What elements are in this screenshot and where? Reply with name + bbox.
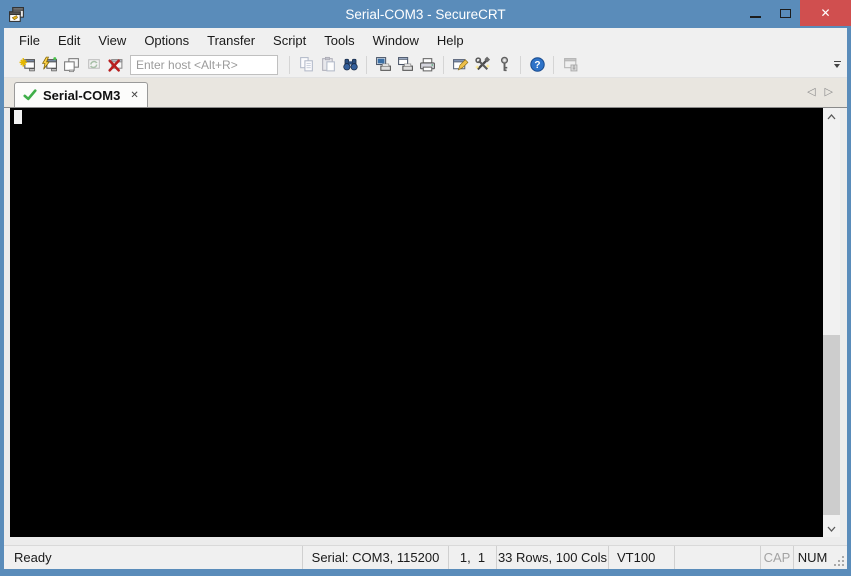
print-screen-icon [375, 57, 391, 71]
disconnect-icon [107, 59, 122, 72]
maximize-icon [779, 8, 791, 18]
status-ready: Ready [14, 550, 52, 565]
print-button[interactable] [416, 54, 438, 76]
tab-scroll-arrows: ◁ ▷ [807, 85, 833, 98]
status-emulation: VT100 [608, 546, 674, 569]
copy-button[interactable] [295, 54, 317, 76]
tab-scroll-left-icon[interactable]: ◁ [807, 85, 815, 98]
print-icon [419, 58, 435, 72]
resize-grip[interactable] [831, 546, 847, 569]
securecrt-app-icon[interactable] [8, 6, 25, 23]
find-icon [342, 58, 358, 71]
status-cursor-position: 1, 1 [448, 546, 496, 569]
global-options-icon [474, 56, 490, 71]
maximize-button[interactable] [770, 0, 800, 26]
reconnect-button[interactable] [82, 54, 104, 76]
window-controls: ✕ [740, 0, 851, 26]
tab-close-icon[interactable]: ✕ [130, 90, 138, 101]
status-connection: Serial: COM3, 115200 [302, 546, 448, 569]
connected-check-icon [23, 89, 37, 101]
scrollbar-track[interactable] [823, 125, 840, 520]
connect-button[interactable] [16, 54, 38, 76]
menu-window[interactable]: Window [364, 29, 428, 51]
help-button[interactable]: ? [526, 54, 548, 76]
terminal-cursor [14, 110, 22, 124]
minimize-icon [749, 16, 761, 18]
session-options-button[interactable] [449, 54, 471, 76]
window-content: File Edit View Options Transfer Script T… [4, 28, 847, 569]
securecrt-window: Serial-COM3 - SecureCRT ✕ File Edit View… [0, 0, 851, 576]
gap-strip [4, 537, 847, 545]
status-empty-segment [674, 546, 760, 569]
connect-icon [19, 58, 35, 72]
statusbar: Ready Serial: COM3, 115200 1, 1 33 Rows,… [4, 545, 847, 569]
menubar: File Edit View Options Transfer Script T… [4, 28, 847, 52]
toolbar-separator [289, 55, 290, 74]
toolbar-separator [443, 55, 444, 74]
tab-scroll-right-icon[interactable]: ▷ [825, 85, 833, 98]
quick-connect-icon [41, 56, 57, 72]
menu-tools[interactable]: Tools [315, 29, 363, 51]
toolbar-separator [366, 55, 367, 74]
toolbar-separator [553, 55, 554, 74]
connect-in-tab-button[interactable] [60, 54, 82, 76]
disconnect-button[interactable] [104, 54, 126, 76]
find-button[interactable] [339, 54, 361, 76]
help-icon: ? [529, 57, 545, 72]
chevron-down-icon [827, 526, 836, 532]
minimize-button[interactable] [740, 0, 770, 26]
toolbar: ? [4, 52, 847, 78]
print-selection-button[interactable] [394, 54, 416, 76]
resize-grip-icon [834, 556, 844, 566]
close-button[interactable]: ✕ [800, 0, 851, 26]
session-options-icon [452, 59, 468, 71]
menu-view[interactable]: View [89, 29, 135, 51]
status-caps-lock: CAP [760, 546, 793, 569]
scrollbar-thumb[interactable] [823, 335, 840, 515]
toolbar-overflow-button[interactable] [829, 54, 845, 76]
scroll-up-button[interactable] [823, 108, 840, 125]
svg-text:?: ? [534, 60, 540, 71]
menu-options[interactable]: Options [135, 29, 198, 51]
host-input[interactable] [130, 54, 278, 75]
paste-icon [321, 56, 335, 72]
menu-script[interactable]: Script [264, 29, 315, 51]
quick-connect-button[interactable] [38, 54, 60, 76]
window-title: Serial-COM3 - SecureCRT [345, 6, 506, 22]
tabbar: Serial-COM3 ✕ ◁ ▷ [4, 78, 847, 107]
status-terminal-size: 33 Rows, 100 Cols [496, 546, 608, 569]
close-icon: ✕ [820, 6, 831, 20]
securefx-button[interactable] [559, 54, 581, 76]
key-icon [500, 56, 508, 72]
toolbar-overflow-icon [833, 60, 841, 63]
global-options-button[interactable] [471, 54, 493, 76]
status-num-lock: NUM [793, 546, 831, 569]
titlebar[interactable]: Serial-COM3 - SecureCRT ✕ [0, 0, 851, 28]
menu-transfer[interactable]: Transfer [198, 29, 264, 51]
toolbar-separator [520, 55, 521, 74]
menu-file[interactable]: File [10, 29, 49, 51]
reconnect-icon [87, 59, 100, 69]
connect-in-tab-icon [63, 58, 79, 73]
terminal-screen[interactable] [10, 108, 823, 537]
chevron-up-icon [827, 113, 836, 119]
print-screen-button[interactable] [372, 54, 394, 76]
menu-help[interactable]: Help [428, 29, 473, 51]
vertical-scrollbar[interactable] [823, 108, 840, 537]
scroll-down-button[interactable] [823, 520, 840, 537]
tab-label: Serial-COM3 [43, 87, 121, 103]
terminal-area [4, 107, 847, 537]
menu-edit[interactable]: Edit [49, 29, 89, 51]
right-gutter [840, 108, 847, 537]
keymap-button[interactable] [493, 54, 515, 76]
securefx-icon [563, 58, 577, 72]
paste-button[interactable] [317, 54, 339, 76]
tab-serial-com3[interactable]: Serial-COM3 ✕ [14, 82, 148, 107]
copy-icon [299, 57, 313, 72]
print-selection-icon [397, 57, 413, 71]
